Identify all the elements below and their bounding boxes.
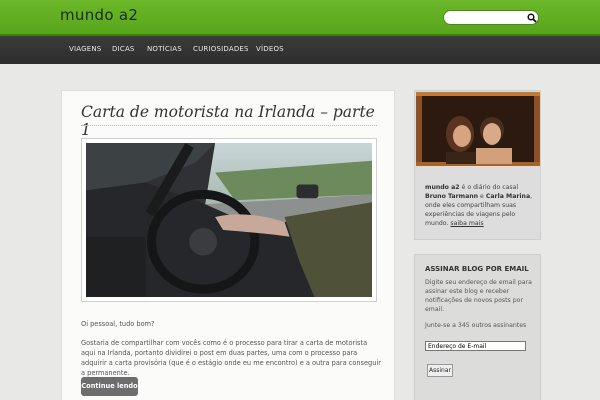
post-greeting: Oi pessoal, tudo bom? (81, 320, 155, 328)
nav-item-viagens[interactable]: VIAGENS (69, 45, 101, 53)
search-input[interactable] (450, 17, 528, 30)
nav-item-noticias[interactable]: NOTÍCIAS (147, 45, 182, 53)
site-title[interactable]: mundo a2 (60, 6, 138, 24)
subscribe-button[interactable]: Assinar (427, 364, 453, 377)
main-nav: VIAGENS DICAS NOTÍCIAS CURIOSIDADES VÍDE… (0, 36, 600, 64)
post-excerpt: Gostaria de compartilhar com vocês como … (81, 339, 381, 377)
search-icon[interactable] (527, 13, 537, 23)
subscribe-description: Digite seu endereço de email para assina… (425, 279, 532, 313)
subscriber-count: Junte-se a 345 outros assinantes (425, 322, 527, 329)
nav-item-dicas[interactable]: DICAS (112, 45, 135, 53)
post-image[interactable] (86, 143, 372, 297)
continue-reading-button[interactable]: Continue lendo (81, 377, 138, 396)
post-title[interactable]: Carta de motorista na Irlanda – parte 1 (81, 103, 381, 139)
about-person-2: Carla Marina (485, 193, 531, 200)
couple-photo[interactable] (416, 92, 540, 166)
about-text: mundo a2 é o diário do casal Bruno Tarma… (425, 183, 537, 228)
about-person-1: Bruno Tarmann (425, 193, 479, 200)
blog-post: Carta de motorista na Irlanda – parte 1 (61, 90, 395, 400)
about-text-part: é o diário do casal (459, 184, 519, 191)
about-widget: mundo a2 é o diário do casal Bruno Tarma… (414, 90, 541, 240)
about-more-link[interactable]: saiba mais (450, 220, 483, 227)
post-image-frame (81, 138, 377, 302)
subscribe-widget: ASSINAR BLOG POR EMAIL Digite seu endere… (414, 254, 541, 400)
title-divider (81, 125, 377, 126)
site-header: mundo a2 (0, 0, 600, 34)
nav-item-curiosidades[interactable]: CURIOSIDADES (193, 45, 249, 53)
email-field[interactable] (425, 341, 526, 351)
nav-item-videos[interactable]: VÍDEOS (256, 45, 284, 53)
subscribe-title: ASSINAR BLOG POR EMAIL (425, 265, 529, 273)
about-site-name: mundo a2 (425, 184, 460, 191)
about-text-part: e (478, 193, 486, 200)
search-box[interactable] (443, 10, 539, 30)
